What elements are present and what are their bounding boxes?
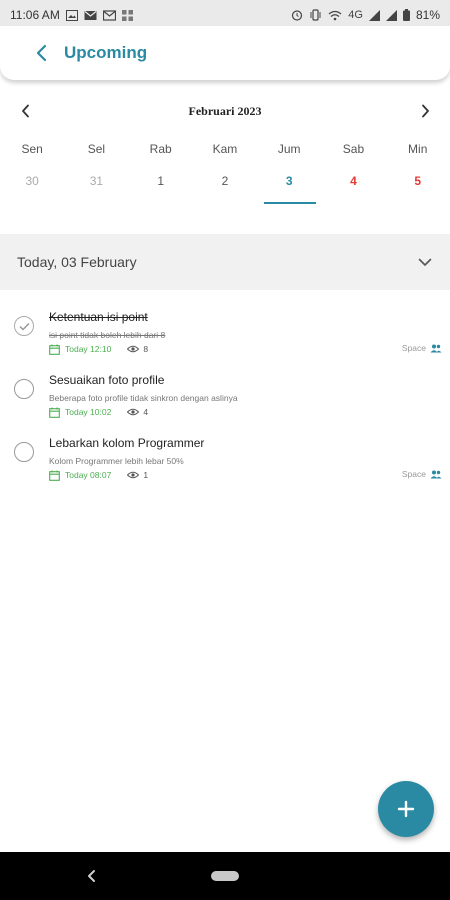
space-label: Space	[401, 343, 426, 353]
task-checkbox[interactable]	[14, 379, 34, 399]
vibrate-icon	[310, 9, 321, 21]
calendar-day[interactable]: 30	[0, 174, 64, 194]
chevron-right-icon	[421, 104, 429, 118]
add-task-button[interactable]	[378, 781, 434, 837]
calendar-day[interactable]: 2	[193, 174, 257, 194]
alarm-icon	[292, 10, 303, 21]
calendar-icon	[49, 407, 60, 418]
eye-icon	[127, 345, 140, 353]
task-space: Space	[402, 343, 442, 353]
status-bar-right: 4G 81%	[291, 8, 440, 22]
calendar-day-weekend[interactable]: 5	[386, 174, 450, 194]
app-header: Upcoming	[0, 26, 450, 80]
system-nav-bar	[0, 852, 450, 900]
task-checkbox[interactable]	[14, 442, 34, 462]
calendar-day-selected[interactable]: 3	[257, 174, 321, 194]
task-space: Space	[402, 469, 442, 479]
back-button[interactable]	[30, 42, 52, 64]
task-views: 4	[143, 407, 149, 417]
task-meta: Today 12:10 8	[49, 343, 148, 355]
weekday-label: Sel	[87, 142, 106, 156]
image-icon	[65, 9, 78, 21]
grid-icon	[121, 9, 133, 21]
battery-icon	[402, 9, 410, 21]
chevron-down-icon	[418, 258, 432, 266]
calendar-icon	[49, 344, 60, 355]
day-row: 30 31 1 2 3 4 5	[0, 174, 450, 194]
weekday-label: Min	[408, 142, 428, 156]
task-description: Kolom Programmer lebih lebar 50%	[49, 456, 184, 466]
task-title: Ketentuan isi point	[49, 310, 148, 324]
mail-icon	[84, 10, 97, 20]
task-views: 1	[143, 470, 149, 480]
weekday-label: Jum	[277, 142, 301, 156]
eye-icon	[127, 408, 140, 416]
eye-icon	[127, 471, 140, 479]
weekday-label: Sen	[21, 142, 43, 156]
chevron-left-icon	[36, 44, 47, 62]
task-date: Today 08:07	[65, 470, 112, 480]
people-icon	[430, 344, 442, 352]
date-section-header[interactable]: Today, 03 February	[0, 234, 450, 290]
task-checkbox[interactable]	[14, 316, 34, 336]
system-back-button[interactable]	[82, 866, 102, 886]
task-meta: Today 08:07 1	[49, 469, 148, 481]
system-home-button[interactable]	[211, 871, 239, 881]
task-meta: Today 10:02 4	[49, 406, 148, 418]
weekday-label: Kam	[212, 142, 238, 156]
task-title: Sesuaikan foto profile	[49, 373, 165, 387]
task-date: Today 10:02	[65, 407, 112, 417]
gmail-icon	[102, 9, 116, 21]
task-description: Beberapa foto profile tidak sinkron deng…	[49, 393, 238, 403]
selected-day-indicator	[264, 202, 316, 204]
people-icon	[430, 470, 442, 478]
calendar-icon	[49, 470, 60, 481]
signal-icon	[385, 9, 397, 21]
task-item[interactable]: Ketentuan isi point isi point tidak bole…	[0, 308, 450, 366]
weekday-label: Rab	[149, 142, 172, 156]
chevron-left-icon	[88, 870, 95, 882]
status-bar-left: 11:06 AM	[10, 8, 133, 22]
wifi-icon	[328, 10, 342, 20]
prev-month-button[interactable]	[16, 100, 34, 122]
weekday-row: Sen Sel Rab Kam Jum Sab Min	[0, 142, 450, 160]
month-label: Februari 2023	[188, 103, 262, 118]
page-title: Upcoming	[64, 43, 148, 62]
signal-icon	[368, 9, 380, 21]
network-type: 4G	[348, 8, 363, 21]
chevron-left-icon	[21, 104, 29, 118]
calendar-day-weekend[interactable]: 4	[321, 174, 385, 194]
task-date: Today 12:10	[65, 344, 112, 354]
weekday-label: Sab	[342, 142, 365, 156]
task-item[interactable]: Lebarkan kolom Programmer Kolom Programm…	[0, 434, 450, 492]
space-label: Space	[401, 469, 426, 479]
task-views: 8	[143, 344, 149, 354]
calendar-day[interactable]: 31	[64, 174, 128, 194]
status-time: 11:06 AM	[10, 8, 60, 22]
section-title: Today, 03 February	[17, 254, 137, 270]
task-item[interactable]: Sesuaikan foto profile Beberapa foto pro…	[0, 371, 450, 429]
task-title: Lebarkan kolom Programmer	[49, 436, 205, 450]
task-description: isi point tidak boleh lebih dari 8	[49, 330, 166, 340]
calendar-month-row: Februari 2023	[0, 98, 450, 124]
plus-icon	[397, 800, 415, 818]
battery-percent: 81%	[415, 8, 440, 22]
calendar-day[interactable]: 1	[129, 174, 193, 194]
next-month-button[interactable]	[416, 100, 434, 122]
check-icon	[18, 322, 30, 331]
